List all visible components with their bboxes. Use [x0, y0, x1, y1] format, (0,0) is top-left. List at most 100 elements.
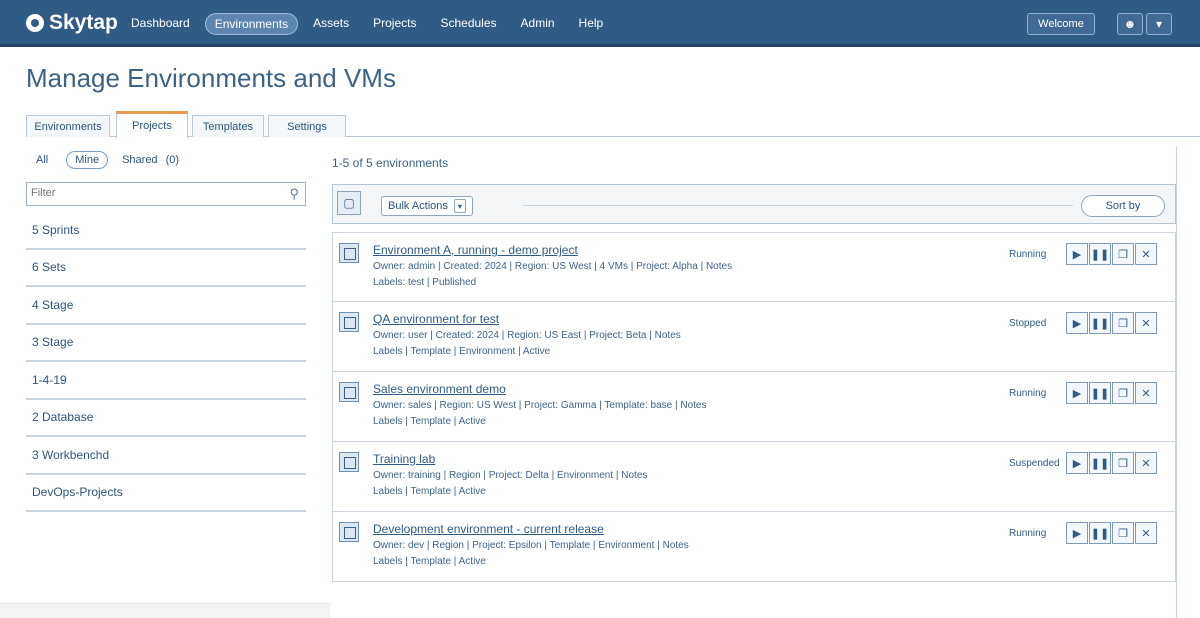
nav-dashboard[interactable]: Dashboard	[122, 13, 199, 35]
bulk-actions-label: Bulk Actions	[388, 200, 448, 212]
environment-labels: Labels | Template | Active	[373, 486, 486, 497]
environment-title[interactable]: Environment A, running - demo project	[373, 243, 578, 257]
logo-icon	[26, 14, 44, 32]
environment-meta: Owner: training | Region | Project: Delt…	[373, 470, 648, 481]
pause-icon[interactable]: ❚❚	[1089, 522, 1111, 544]
environment-labels: Labels | Template | Environment | Active	[373, 346, 551, 357]
environment-row[interactable]: Sales environment demo Owner: sales | Re…	[332, 372, 1176, 442]
environment-meta: Owner: user | Created: 2024 | Region: US…	[373, 330, 681, 341]
environment-actions: ▶ ❚❚ ❐ ✕	[1065, 452, 1157, 474]
environment-meta: Owner: admin | Created: 2024 | Region: U…	[373, 261, 733, 272]
nav-schedules[interactable]: Schedules	[431, 13, 505, 35]
sidebar-item[interactable]: 1-4-19	[26, 362, 306, 400]
environment-actions: ▶ ❚❚ ❐ ✕	[1065, 312, 1157, 334]
environment-actions: ▶ ❚❚ ❐ ✕	[1065, 522, 1157, 544]
environment-row[interactable]: Environment A, running - demo project Ow…	[332, 232, 1176, 302]
filter-count: (0)	[165, 154, 180, 166]
result-count: 1-5 of 5 environments	[332, 156, 449, 170]
environment-status: Stopped	[1009, 318, 1047, 329]
sidebar-item[interactable]: 5 Sprints	[26, 212, 306, 250]
nav-help[interactable]: Help	[570, 13, 613, 35]
environment-icon	[339, 243, 359, 263]
environment-icon	[339, 452, 359, 472]
tab-projects[interactable]: Projects	[116, 111, 188, 138]
sidebar-filter-row: All Mine Shared (0)	[36, 151, 179, 169]
content-right-border	[1176, 146, 1177, 618]
environment-actions: ▶ ❚❚ ❐ ✕	[1065, 243, 1157, 265]
tab-templates[interactable]: Templates	[192, 115, 264, 137]
select-all-checkbox[interactable]: ▢	[337, 191, 361, 215]
chevron-down-icon: ▾	[453, 199, 466, 213]
environment-actions: ▶ ❚❚ ❐ ✕	[1065, 382, 1157, 404]
page-title: Manage Environments and VMs	[26, 63, 396, 93]
copy-icon[interactable]: ❐	[1112, 243, 1134, 265]
delete-icon[interactable]: ✕	[1135, 522, 1157, 544]
environment-title[interactable]: Training lab	[373, 452, 435, 466]
tab-environments[interactable]: Environments	[26, 115, 110, 137]
environment-status: Running	[1009, 528, 1047, 539]
list-toolbar: ▢ Bulk Actions ▾ Sort by	[332, 184, 1176, 224]
logo-text: Skytap	[49, 11, 118, 34]
toolbar-divider	[523, 205, 1073, 206]
environment-row[interactable]: Training lab Owner: training | Region | …	[332, 442, 1176, 512]
pause-icon[interactable]: ❚❚	[1089, 312, 1111, 334]
copy-icon[interactable]: ❐	[1112, 382, 1134, 404]
environment-row[interactable]: QA environment for test Owner: user | Cr…	[332, 302, 1176, 372]
sidebar-item[interactable]: 3 Stage	[26, 325, 306, 362]
filter-all[interactable]: All	[36, 154, 48, 166]
environment-title[interactable]: Development environment - current releas…	[373, 522, 604, 536]
copy-icon[interactable]: ❐	[1112, 312, 1134, 334]
sort-dropdown[interactable]: Sort by	[1081, 195, 1165, 217]
tab-bar: Environments Projects Templates Settings	[26, 111, 1200, 138]
play-icon[interactable]: ▶	[1066, 312, 1088, 334]
search-icon[interactable]: ⚲	[289, 186, 299, 202]
sidebar-search-input[interactable]	[31, 187, 271, 199]
top-navigation-bar: Skytap Dashboard Environments Assets Pro…	[0, 0, 1200, 47]
play-icon[interactable]: ▶	[1066, 522, 1088, 544]
pause-icon[interactable]: ❚❚	[1089, 382, 1111, 404]
delete-icon[interactable]: ✕	[1135, 382, 1157, 404]
play-icon[interactable]: ▶	[1066, 243, 1088, 265]
environment-meta: Owner: sales | Region: US West | Project…	[373, 400, 707, 411]
environment-labels: Labels | Template | Active	[373, 416, 486, 427]
nav-assets[interactable]: Assets	[304, 13, 358, 35]
sidebar-item[interactable]: 6 Sets	[26, 250, 306, 287]
nav-projects[interactable]: Projects	[364, 13, 425, 35]
sidebar-footer	[0, 603, 330, 618]
delete-icon[interactable]: ✕	[1135, 452, 1157, 474]
play-icon[interactable]: ▶	[1066, 452, 1088, 474]
environment-row[interactable]: Development environment - current releas…	[332, 512, 1176, 582]
pause-icon[interactable]: ❚❚	[1089, 452, 1111, 474]
user-menu-button[interactable]: Welcome	[1027, 13, 1095, 35]
environment-icon	[339, 382, 359, 402]
filter-mine[interactable]: Mine	[66, 151, 109, 169]
chevron-down-icon[interactable]: ▾	[1146, 13, 1172, 35]
copy-icon[interactable]: ❐	[1112, 452, 1134, 474]
skytap-logo[interactable]: Skytap	[26, 10, 118, 36]
user-icon[interactable]: ☻	[1117, 13, 1143, 35]
delete-icon[interactable]: ✕	[1135, 312, 1157, 334]
environment-list: Environment A, running - demo project Ow…	[332, 232, 1176, 582]
sidebar-item[interactable]: 3 Workbenchd	[26, 437, 306, 475]
environment-meta: Owner: dev | Region | Project: Epsilon |…	[373, 540, 689, 551]
delete-icon[interactable]: ✕	[1135, 243, 1157, 265]
filter-shared[interactable]: Shared	[122, 154, 157, 166]
project-list: 5 Sprints 6 Sets 4 Stage 3 Stage 1-4-19 …	[26, 212, 306, 512]
nav-admin[interactable]: Admin	[512, 13, 564, 35]
environment-title[interactable]: Sales environment demo	[373, 382, 506, 396]
tab-settings[interactable]: Settings	[268, 115, 346, 137]
sidebar-item[interactable]: DevOps-Projects	[26, 475, 306, 512]
environment-labels: Labels | Template | Active	[373, 556, 486, 567]
nav-environments[interactable]: Environments	[204, 13, 299, 35]
main-nav: Dashboard Environments Assets Projects S…	[122, 13, 618, 35]
environment-status: Running	[1009, 388, 1047, 399]
environment-icon	[339, 522, 359, 542]
environment-title[interactable]: QA environment for test	[373, 312, 499, 326]
copy-icon[interactable]: ❐	[1112, 522, 1134, 544]
play-icon[interactable]: ▶	[1066, 382, 1088, 404]
sidebar-item[interactable]: 2 Database	[26, 400, 306, 437]
bulk-actions-dropdown[interactable]: Bulk Actions ▾	[381, 196, 473, 216]
environment-list-panel: 1-5 of 5 environments ▢ Bulk Actions ▾ S…	[332, 146, 1176, 618]
sidebar-item[interactable]: 4 Stage	[26, 287, 306, 325]
pause-icon[interactable]: ❚❚	[1089, 243, 1111, 265]
